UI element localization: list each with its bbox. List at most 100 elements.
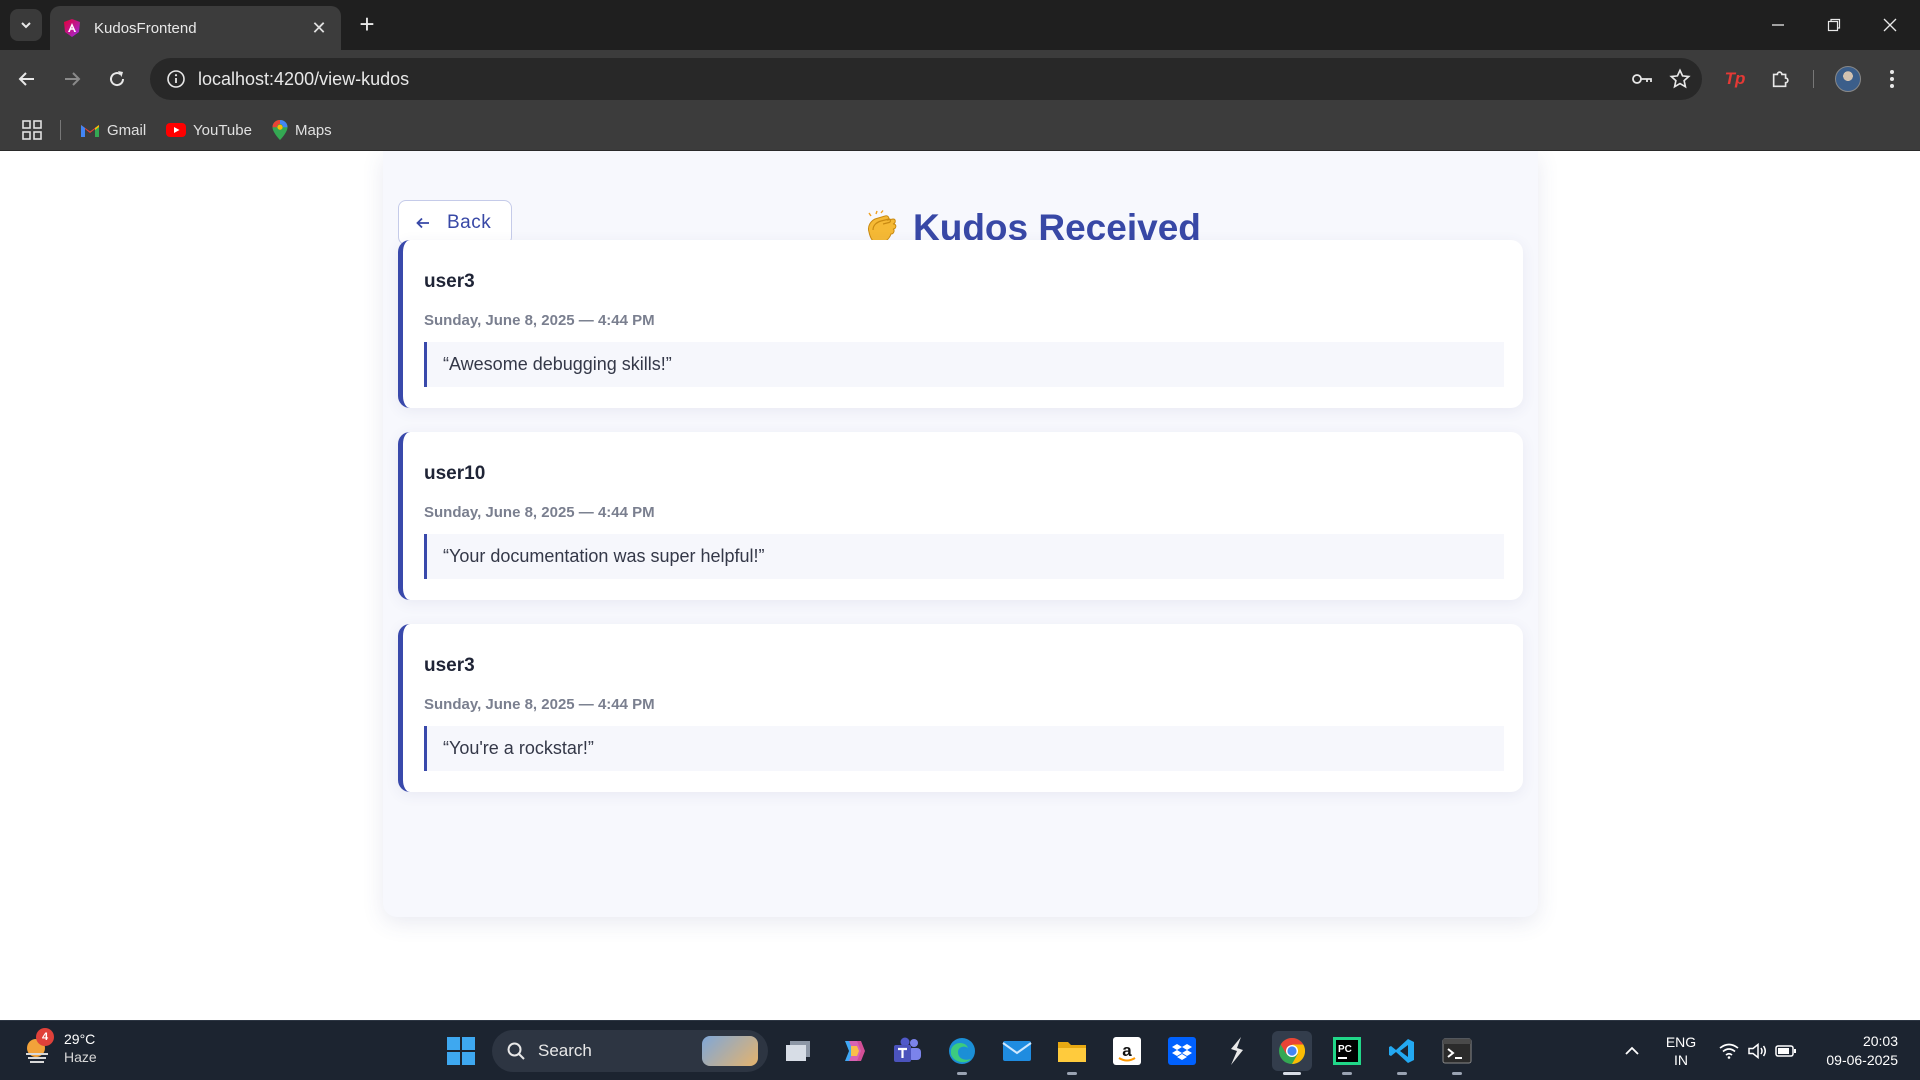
kudos-message: “You're a rockstar!” [424, 726, 1504, 771]
wifi-icon [1719, 1043, 1739, 1059]
weather-temp: 29°C [64, 1031, 96, 1047]
kudos-card: user10 Sunday, June 8, 2025 — 4:44 PM “Y… [398, 432, 1523, 600]
lightning-app-icon [1231, 1037, 1243, 1065]
kudos-sender: user3 [424, 655, 475, 676]
clock-date: 09-06-2025 [1826, 1052, 1898, 1068]
taskbar-app-chrome[interactable] [1272, 1031, 1312, 1075]
system-clock[interactable]: 20:03 09-06-2025 [1812, 1021, 1898, 1080]
pycharm-icon: PC [1333, 1037, 1361, 1065]
svg-text:PC: PC [1338, 1044, 1352, 1055]
kudos-sender: user10 [424, 463, 486, 484]
new-tab-button[interactable]: + [352, 10, 382, 40]
clock-time: 20:03 [1862, 1033, 1898, 1049]
bookmark-label: YouTube [193, 121, 252, 139]
tab-close-icon[interactable]: ✕ [309, 18, 329, 39]
minimize-button[interactable] [1750, 0, 1806, 50]
extensions-button[interactable] [1765, 63, 1797, 95]
running-indicator [1452, 1072, 1462, 1075]
taskbar-app-windows-terminal[interactable] [1437, 1031, 1477, 1075]
amazon-icon: a [1113, 1037, 1141, 1065]
taskbar-app-file-explorer[interactable] [1052, 1031, 1092, 1075]
taskbar-app-teams[interactable] [887, 1031, 927, 1071]
taskbar-app-task-view[interactable] [778, 1031, 818, 1071]
browser-tab[interactable]: KudosFrontend ✕ [50, 6, 341, 50]
bookmark-star-icon[interactable] [1668, 67, 1692, 91]
teams-icon [894, 1037, 921, 1062]
taskbar-app-mail[interactable] [997, 1031, 1037, 1071]
search-highlight-image [702, 1036, 758, 1066]
tray-overflow-button[interactable] [1618, 1021, 1646, 1080]
chevron-down-icon [21, 22, 31, 29]
arrow-left-icon [416, 217, 429, 228]
folder-icon [1058, 1042, 1086, 1062]
forward-nav-button[interactable] [56, 63, 88, 95]
password-key-icon[interactable] [1630, 67, 1654, 91]
page-viewport: Back Kudos Received user3 Sunday, June 8… [0, 151, 1920, 1020]
weather-widget[interactable]: 4 29°C Haze [22, 1028, 97, 1066]
close-window-button[interactable] [1862, 0, 1918, 50]
bookmark-gmail[interactable]: Gmail [80, 117, 146, 143]
bookmark-label: Gmail [107, 121, 147, 139]
browser-menu-button[interactable] [1876, 63, 1908, 95]
lang-region: IN [1674, 1052, 1688, 1068]
running-indicator [1067, 1072, 1077, 1075]
reload-button[interactable] [101, 63, 133, 95]
taskbar-app-vscode[interactable] [1382, 1031, 1422, 1075]
back-button[interactable]: Back [398, 200, 512, 245]
search-icon [507, 1042, 525, 1060]
bookmark-youtube[interactable]: YouTube [166, 117, 252, 143]
mail-icon [1002, 1041, 1032, 1061]
bookmark-maps[interactable]: Maps [272, 117, 332, 143]
site-info-icon[interactable] [164, 67, 188, 91]
taskbar-app-copilot[interactable] [833, 1031, 873, 1071]
browser-tab-bar: KudosFrontend ✕ + [0, 0, 1920, 50]
kudos-card: user3 Sunday, June 8, 2025 — 4:44 PM “Aw… [398, 240, 1523, 408]
apps-grid-icon[interactable] [21, 119, 43, 141]
restore-button[interactable] [1806, 0, 1862, 50]
kudos-message: “Your documentation was super helpful!” [424, 534, 1504, 579]
url-text[interactable]: localhost:4200/view-kudos [198, 69, 409, 90]
profile-button[interactable] [1832, 63, 1864, 95]
tp-extension-icon: Tp [1724, 69, 1746, 88]
taskbar-search[interactable]: Search [492, 1030, 768, 1072]
battery-icon [1775, 1045, 1796, 1057]
running-indicator [1283, 1072, 1301, 1075]
weather-icon: 4 [22, 1028, 54, 1064]
extension-tp-button[interactable]: Tp [1719, 63, 1751, 95]
bookmarks-bar: Gmail YouTube Maps [0, 108, 1920, 151]
search-label: Search [538, 1041, 592, 1060]
maps-icon [272, 120, 288, 140]
taskbar-app-pycharm[interactable]: PC [1327, 1031, 1367, 1075]
chevron-up-icon [1625, 1046, 1639, 1055]
edge-icon [949, 1038, 975, 1064]
back-nav-button[interactable] [11, 63, 43, 95]
taskbar-app-amazon[interactable]: a [1107, 1031, 1147, 1071]
youtube-icon [166, 123, 186, 137]
kudos-sender: user3 [424, 271, 475, 292]
system-status-tray[interactable] [1715, 1021, 1801, 1080]
running-indicator [1342, 1072, 1352, 1075]
windows-start-icon[interactable] [445, 1035, 477, 1067]
bookmark-label: Maps [295, 121, 332, 139]
tab-search-button[interactable] [10, 9, 42, 41]
reload-icon [110, 71, 125, 87]
taskbar-app-dropbox[interactable] [1162, 1031, 1202, 1071]
tab-title: KudosFrontend [94, 19, 197, 37]
chrome-icon [1279, 1037, 1306, 1065]
kudos-date: Sunday, June 8, 2025 — 4:44 PM [424, 504, 655, 521]
close-icon [1883, 18, 1897, 32]
bookmarks-divider [60, 120, 61, 140]
kudos-container: Back Kudos Received user3 Sunday, June 8… [383, 151, 1538, 917]
taskbar: 4 29°C Haze Search a PC ENG IN 20:03 09-… [0, 1020, 1920, 1080]
toolbar-divider [1813, 70, 1814, 88]
input-language[interactable]: ENG IN [1660, 1021, 1702, 1080]
back-button-label: Back [447, 211, 492, 233]
vscode-icon [1389, 1039, 1414, 1063]
taskbar-app-edge[interactable] [942, 1031, 982, 1075]
running-indicator [957, 1072, 967, 1075]
weather-condition: Haze [64, 1049, 97, 1065]
kudos-card: user3 Sunday, June 8, 2025 — 4:44 PM “Yo… [398, 624, 1523, 792]
taskbar-app-terminal[interactable] [1217, 1031, 1257, 1071]
minimize-icon [1772, 24, 1784, 26]
address-bar[interactable]: localhost:4200/view-kudos [150, 58, 1702, 100]
